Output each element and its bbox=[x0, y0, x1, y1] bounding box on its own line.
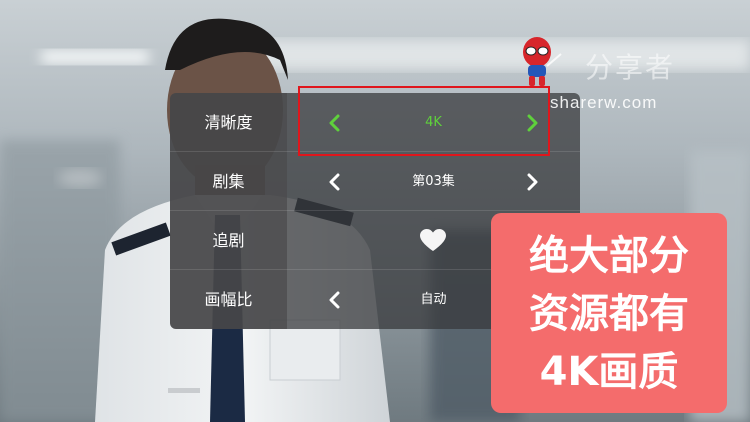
promo-line-1: 绝大部分 bbox=[529, 233, 689, 279]
episode-next-button[interactable] bbox=[519, 152, 549, 211]
episode-label: 剧集 bbox=[212, 172, 245, 191]
settings-row-episode[interactable]: 剧集 第03集 bbox=[170, 152, 580, 211]
follow-label: 追剧 bbox=[212, 231, 245, 250]
promo-line-3: 4K画质 bbox=[539, 349, 679, 395]
site-watermark: 分享者 sharerw.com bbox=[513, 36, 743, 116]
promo-badge: 绝大部分 资源都有 4K画质 bbox=[491, 213, 727, 413]
favorite-button[interactable] bbox=[420, 229, 446, 253]
chevron-right-icon bbox=[527, 173, 538, 191]
heart-icon bbox=[420, 229, 446, 251]
video-player-screen: 清晰度 4K 剧集 第03集 追剧 画幅比 自动 分享者 sharerw.com… bbox=[0, 0, 750, 422]
watermark-url: sharerw.com bbox=[550, 93, 658, 112]
promo-line-2: 资源都有 bbox=[529, 291, 689, 337]
resolution-label: 清晰度 bbox=[204, 113, 253, 132]
aspect-ratio-label: 画幅比 bbox=[204, 290, 253, 309]
watermark-title: 分享者 bbox=[585, 51, 676, 84]
spiderman-mascot-icon bbox=[523, 37, 562, 86]
chevron-right-icon bbox=[527, 114, 538, 132]
